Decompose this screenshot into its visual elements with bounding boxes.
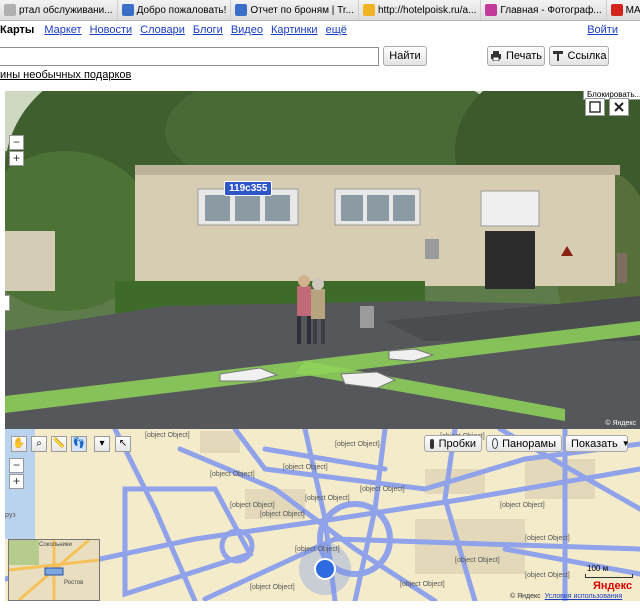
map-scale-bar	[585, 574, 633, 578]
map-copyright: © Яндекс	[510, 593, 541, 600]
nav-link-market[interactable]: Маркет	[44, 24, 81, 36]
minimap-label: Сокольники	[39, 542, 72, 548]
panorama-tool-button[interactable]: 👣	[71, 436, 87, 452]
panorama-copyright: © Яндекс	[605, 420, 636, 427]
close-icon	[614, 102, 624, 112]
bookmark-item[interactable]: Отчет по броням | Tr...	[231, 0, 359, 20]
s-icon	[610, 4, 623, 16]
map-label: [object Object]	[260, 511, 305, 518]
bookmark-label: Отчет по броням | Tr...	[250, 4, 354, 16]
map-label: [object Object]	[210, 471, 255, 478]
nav-link-images[interactable]: Картинки	[271, 24, 318, 36]
bookmark-item[interactable]: Добро пожаловать!	[118, 0, 232, 20]
map-zoom-out-button[interactable]: −	[9, 458, 24, 473]
map-label: [object Object]	[525, 535, 570, 542]
map-label: [object Object]	[400, 581, 445, 588]
map-label: [object Object]	[295, 546, 340, 553]
street-panorama-image	[5, 91, 640, 429]
link-label: Ссылка	[567, 50, 607, 62]
link-icon	[552, 51, 563, 61]
panorama-zoom-out-button[interactable]: −	[9, 135, 24, 150]
map-label: [object Object]	[305, 495, 350, 502]
terms-link[interactable]: Условия использования	[545, 593, 623, 600]
map-label: [object Object]	[360, 486, 405, 493]
map-label: [object Object]	[283, 464, 328, 471]
panorama-zoom-in-button[interactable]: +	[9, 151, 24, 166]
map-view[interactable]: [object Object] [object Object] [object …	[5, 429, 640, 601]
close-panorama-button[interactable]	[609, 98, 629, 116]
panorama-icon	[492, 438, 499, 449]
traffic-light-icon	[430, 438, 434, 449]
panorama-house-tag[interactable]: 119с355	[224, 181, 273, 196]
search-button[interactable]: Найти	[383, 46, 427, 66]
bookmark-item[interactable]: MAXIMUM SIDELINE н...	[607, 0, 640, 20]
bookmark-item[interactable]: http://hotelpoisk.ru/a...	[359, 0, 482, 20]
map-label: [object Object]	[455, 557, 500, 564]
bulb-icon	[363, 4, 375, 16]
map-label: [object Object]	[230, 502, 275, 509]
panoramas-label: Панорамы	[502, 437, 556, 450]
nav-current-maps: Карты	[0, 24, 35, 36]
fullscreen-button[interactable]	[585, 98, 605, 116]
nav-link-blogs[interactable]: Блоги	[193, 24, 223, 36]
minimap-canvas	[9, 540, 99, 600]
chevron-down-icon: ▼	[621, 439, 630, 448]
bookmarks-bar: ртал обслуживани... Добро пожаловать! Отче…	[0, 0, 640, 21]
map-label: [object Object]	[525, 572, 570, 579]
minimap-label: Ростов	[64, 580, 84, 586]
bookmark-item[interactable]: ртал обслуживани...	[0, 0, 118, 20]
hand-tool-button[interactable]: ✋	[11, 436, 27, 452]
ruler-tool-button[interactable]: 📏	[51, 436, 67, 452]
search-input[interactable]	[0, 47, 379, 66]
panoramas-button[interactable]: Панорамы	[486, 435, 562, 452]
nav-link-more[interactable]: ещё	[326, 24, 347, 36]
nav-link-news[interactable]: Новости	[90, 24, 133, 36]
login-link[interactable]: Войти	[587, 24, 618, 36]
print-label: Печать	[505, 50, 543, 62]
bookmark-label: Главная - Фотограф...	[500, 4, 602, 16]
show-dropdown[interactable]: Показать ▼	[565, 435, 630, 452]
search-button-label: Найти	[389, 50, 421, 62]
map-label: [object Object]	[250, 584, 295, 591]
map-label: [object Object]	[335, 441, 380, 448]
printer-icon	[490, 51, 501, 61]
yandex-logo: Яндекс	[593, 580, 633, 592]
bookmark-label: Добро пожаловать!	[136, 4, 227, 16]
page-icon	[235, 4, 248, 16]
print-button[interactable]: Печать	[487, 46, 545, 66]
panorama-view[interactable]: − + 119с355 Блокировать... © Яндекс	[5, 91, 640, 429]
bookmark-label: MAXIMUM SIDELINE н...	[625, 4, 640, 16]
show-label: Показать	[571, 437, 618, 450]
pointer-tool-button[interactable]: ↖	[115, 436, 131, 452]
fullscreen-icon	[589, 101, 601, 113]
map-label: [object Object]	[145, 432, 190, 439]
panorama-collapse-handle[interactable]	[5, 295, 10, 311]
map-label: [object Object]	[500, 502, 545, 509]
bookmark-label: http://hotelpoisk.ru/a...	[378, 4, 477, 16]
bookmark-item[interactable]: Главная - Фотограф...	[481, 0, 607, 20]
flower-icon	[485, 4, 498, 16]
layer-tool-button[interactable]: ▾	[94, 436, 110, 452]
map-scale-label: 100 м	[587, 564, 609, 573]
bookmark-label: ртал обслуживани...	[19, 4, 113, 16]
yandex-nav: Карты Маркет Новости Словари Блоги Видео…	[0, 20, 640, 40]
magnifier-tool-button[interactable]: ⌕	[31, 436, 47, 452]
overview-minimap[interactable]: Сокольники Ростов	[8, 539, 100, 601]
traffic-label: Пробки	[438, 437, 476, 450]
map-side-label: руз	[5, 512, 16, 519]
page-icon	[121, 4, 134, 16]
nav-link-video[interactable]: Видео	[231, 24, 263, 36]
page-icon	[4, 4, 16, 16]
link-button[interactable]: Ссылка	[549, 46, 609, 66]
map-footer: © Яндекс Условия использования	[510, 593, 622, 600]
traffic-button[interactable]: Пробки	[424, 435, 482, 452]
nav-link-dictionaries[interactable]: Словари	[140, 24, 185, 36]
map-zoom-in-button[interactable]: +	[9, 474, 24, 489]
search-subtitle-link[interactable]: ины необычных подарков	[0, 69, 131, 81]
